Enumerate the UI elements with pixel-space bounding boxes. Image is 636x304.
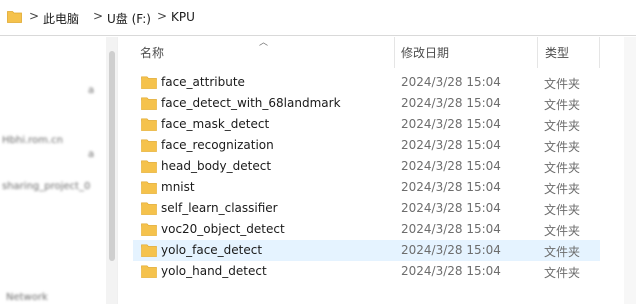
file-row[interactable]: face_detect_with_68landmark 2024/3/28 15:…: [133, 93, 600, 114]
folder-icon: [141, 181, 157, 194]
file-type: 文件夹: [544, 161, 581, 175]
address-bar[interactable]: > 此电脑 > U盘 (F:) > KPU: [0, 0, 636, 36]
chevron-right-icon: >: [29, 9, 40, 23]
column-divider[interactable]: [537, 37, 538, 68]
file-name[interactable]: face_recognization: [161, 138, 274, 152]
file-row[interactable]: yolo_face_detect 2024/3/28 15:04 文件夹: [133, 240, 600, 261]
folder-icon: [141, 265, 157, 278]
file-list-scrollbar[interactable]: [624, 37, 636, 304]
file-type: 文件夹: [544, 203, 581, 217]
folder-icon: [7, 11, 22, 23]
chevron-right-icon: >: [93, 9, 104, 23]
file-name[interactable]: yolo_hand_detect: [161, 264, 267, 278]
file-type: 文件夹: [544, 119, 581, 133]
file-modified-date: 2024/3/28 15:04: [401, 222, 501, 236]
file-row[interactable]: self_learn_classifier 2024/3/28 15:04 文件夹: [133, 198, 600, 219]
column-divider[interactable]: [394, 37, 395, 68]
chevron-right-icon: >: [157, 9, 168, 23]
folder-icon: [141, 97, 157, 110]
folder-icon: [141, 244, 157, 257]
nav-item[interactable]: a: [88, 85, 94, 96]
file-row[interactable]: face_recognization 2024/3/28 15:04 文件夹: [133, 135, 600, 156]
file-list: face_attribute 2024/3/28 15:04 文件夹 face_det…: [133, 72, 600, 282]
file-name[interactable]: self_learn_classifier: [161, 201, 278, 215]
breadcrumb-kpu[interactable]: KPU: [171, 10, 195, 24]
file-type: 文件夹: [544, 266, 581, 280]
breadcrumb-this-pc[interactable]: 此电脑: [43, 10, 79, 27]
nav-scrollbar[interactable]: [106, 37, 117, 304]
file-modified-date: 2024/3/28 15:04: [401, 264, 501, 278]
file-type: 文件夹: [544, 140, 581, 154]
file-name[interactable]: voc20_object_detect: [161, 222, 285, 236]
folder-icon: [141, 223, 157, 236]
file-name[interactable]: face_mask_detect: [161, 117, 269, 131]
file-modified-date: 2024/3/28 15:04: [401, 243, 501, 257]
sort-ascending-icon: ︿: [259, 38, 269, 48]
file-type: 文件夹: [544, 77, 581, 91]
folder-icon: [141, 202, 157, 215]
column-header-type[interactable]: 类型: [545, 37, 569, 68]
folder-icon: [141, 160, 157, 173]
file-type: 文件夹: [544, 245, 581, 259]
breadcrumb-usb-drive[interactable]: U盘 (F:): [107, 10, 151, 27]
navigation-pane[interactable]: a Hbhi.rom.cn a sharing_project_0 Networ…: [0, 37, 118, 304]
file-row[interactable]: voc20_object_detect 2024/3/28 15:04 文件夹: [133, 219, 600, 240]
file-row[interactable]: face_attribute 2024/3/28 15:04 文件夹: [133, 72, 600, 93]
file-modified-date: 2024/3/28 15:04: [401, 159, 501, 173]
file-type: 文件夹: [544, 182, 581, 196]
nav-item[interactable]: Network: [6, 292, 48, 303]
file-type: 文件夹: [544, 98, 581, 112]
nav-item[interactable]: Hbhi.rom.cn: [2, 135, 63, 146]
file-modified-date: 2024/3/28 15:04: [401, 96, 501, 110]
file-modified-date: 2024/3/28 15:04: [401, 201, 501, 215]
column-divider[interactable]: [599, 37, 600, 68]
scrollbar-thumb[interactable]: [109, 51, 115, 261]
folder-icon: [141, 76, 157, 89]
file-name[interactable]: face_detect_with_68landmark: [161, 96, 341, 110]
folder-icon: [141, 139, 157, 152]
file-row[interactable]: face_mask_detect 2024/3/28 15:04 文件夹: [133, 114, 600, 135]
file-modified-date: 2024/3/28 15:04: [401, 117, 501, 131]
column-header-name[interactable]: 名称: [140, 37, 164, 68]
nav-item[interactable]: sharing_project_0: [2, 181, 90, 192]
file-modified-date: 2024/3/28 15:04: [401, 138, 501, 152]
file-modified-date: 2024/3/28 15:04: [401, 75, 501, 89]
file-name[interactable]: face_attribute: [161, 75, 245, 89]
file-row[interactable]: head_body_detect 2024/3/28 15:04 文件夹: [133, 156, 600, 177]
file-name[interactable]: yolo_face_detect: [161, 243, 262, 257]
column-header-date[interactable]: 修改日期: [401, 37, 449, 68]
file-row[interactable]: yolo_hand_detect 2024/3/28 15:04 文件夹: [133, 261, 600, 282]
nav-item[interactable]: a: [88, 149, 94, 160]
file-name[interactable]: head_body_detect: [161, 159, 271, 173]
file-type: 文件夹: [544, 224, 581, 238]
file-modified-date: 2024/3/28 15:04: [401, 180, 501, 194]
folder-icon: [141, 118, 157, 131]
file-row[interactable]: mnist 2024/3/28 15:04 文件夹: [133, 177, 600, 198]
file-name[interactable]: mnist: [161, 180, 195, 194]
